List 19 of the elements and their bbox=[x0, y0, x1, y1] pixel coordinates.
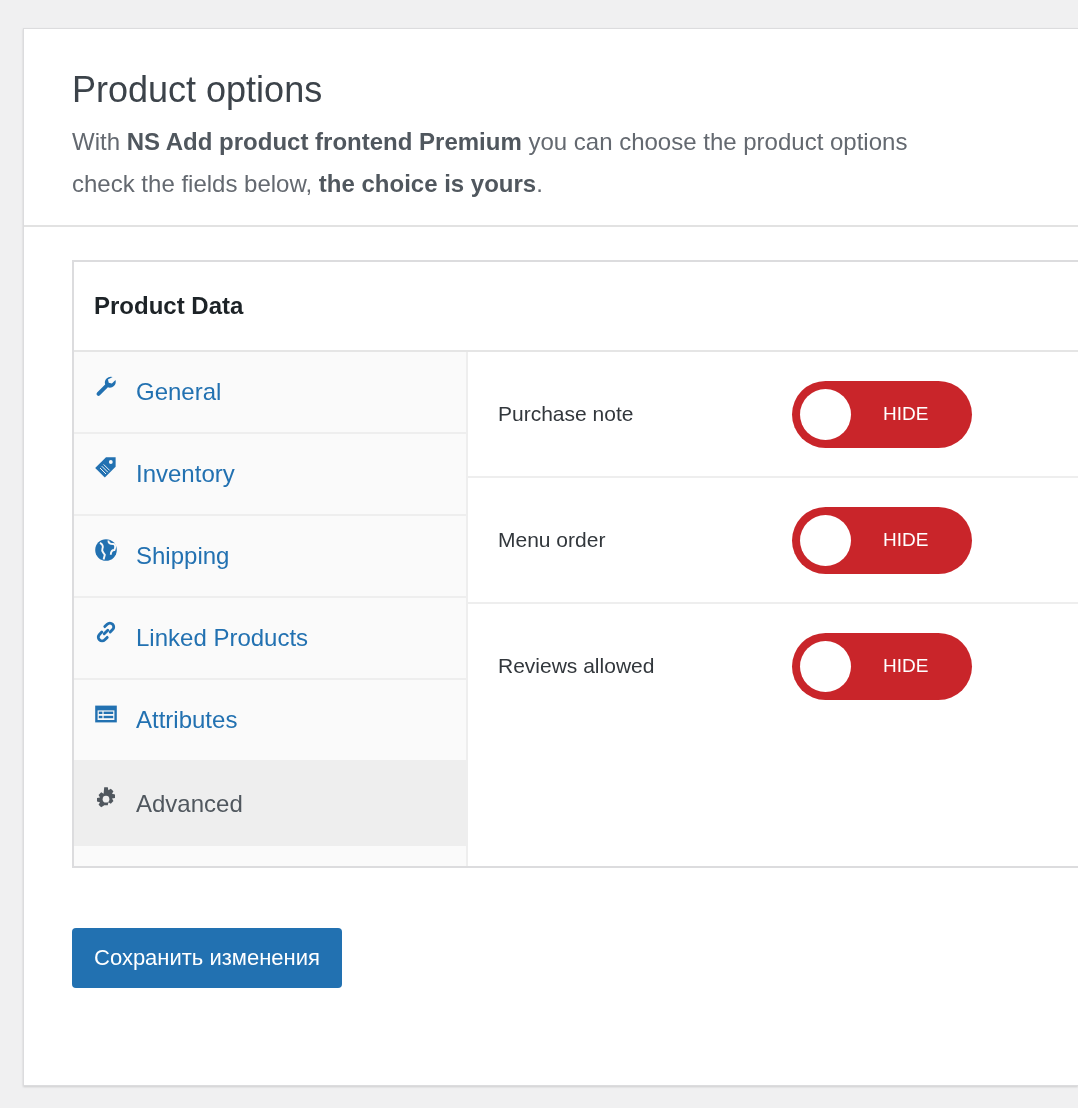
sidebar-tab[interactable]: General bbox=[74, 352, 466, 434]
toggle-switch[interactable]: HIDE bbox=[792, 632, 972, 700]
tag-icon bbox=[94, 456, 118, 480]
intro-text: With NS Add product frontend Premium you can choose the product options check the fields below, the choice is yours. bbox=[72, 127, 909, 199]
sidebar-tab[interactable]: Shipping bbox=[74, 516, 466, 598]
save-button[interactable]: Сохранить изменения bbox=[72, 928, 342, 988]
page-title: Product options bbox=[72, 69, 324, 111]
link-icon bbox=[94, 620, 118, 644]
option-label: Menu order bbox=[498, 528, 607, 552]
sidebar-tab[interactable]: Advanced bbox=[74, 762, 466, 846]
settings-icon bbox=[94, 786, 118, 810]
option-label: Purchase note bbox=[498, 402, 635, 426]
globe-icon bbox=[94, 538, 118, 562]
sidebar-tab[interactable]: Inventory bbox=[74, 434, 466, 516]
toggle-switch[interactable]: HIDE bbox=[792, 506, 972, 574]
wrench-icon bbox=[94, 374, 118, 398]
option-label: Reviews allowed bbox=[498, 654, 656, 678]
sidebar-tab[interactable]: Linked Products bbox=[74, 598, 466, 680]
toggle-switch[interactable]: HIDE bbox=[792, 380, 972, 448]
